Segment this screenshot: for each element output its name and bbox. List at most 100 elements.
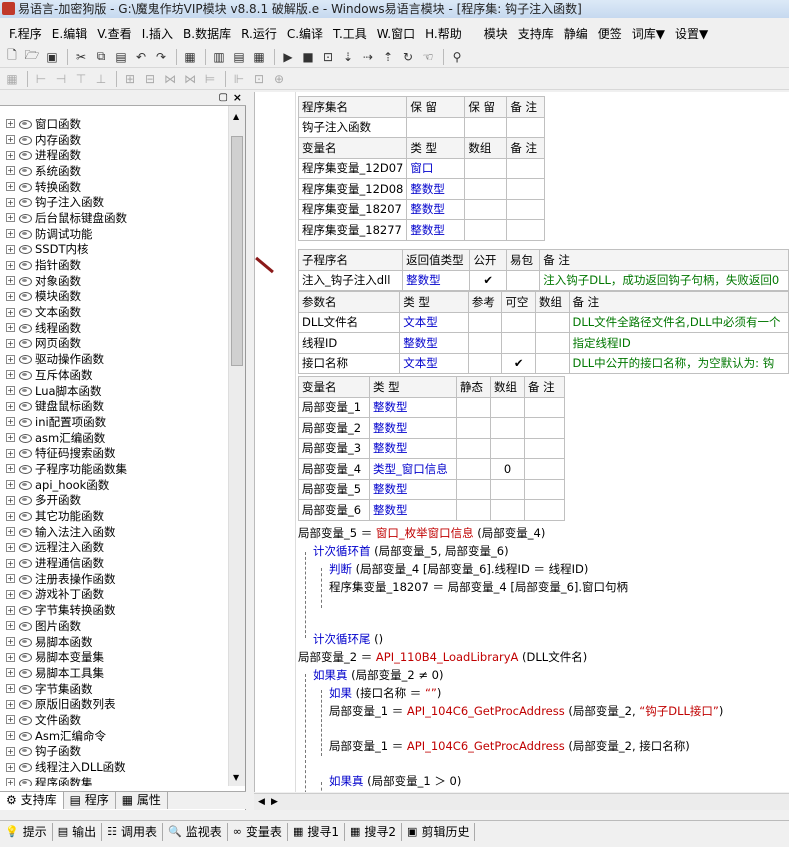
sub-name[interactable]: 注入_钩子注入dll xyxy=(297,269,404,291)
scroll-thumb[interactable] xyxy=(231,136,243,366)
expand-icon[interactable]: + xyxy=(6,229,15,239)
tree-item[interactable]: + 系统函数 xyxy=(0,163,228,179)
expand-icon[interactable]: + xyxy=(6,589,15,599)
expand-icon[interactable]: + xyxy=(6,684,15,694)
menu-support-lib[interactable]: 支持库 xyxy=(513,25,559,42)
table-row[interactable]: 局部变量_2 整数型 xyxy=(298,417,565,439)
expand-icon[interactable]: + xyxy=(6,699,15,709)
tab-search1[interactable]: ▦ 搜寻1 xyxy=(288,822,345,841)
tab-variables[interactable]: ∞ 变量表 xyxy=(228,822,288,841)
expand-icon[interactable]: + xyxy=(6,244,15,254)
expand-icon[interactable]: + xyxy=(6,291,15,301)
expand-icon[interactable]: + xyxy=(6,652,15,662)
menu-view[interactable]: V.查看 xyxy=(92,25,136,42)
expand-icon[interactable]: + xyxy=(6,668,15,678)
code-line[interactable]: 如果真 (局部变量_1 ＞ 0) xyxy=(329,773,461,789)
sub-return-type[interactable]: 整数型 xyxy=(402,269,471,291)
expand-icon[interactable]: + xyxy=(6,778,15,786)
expand-icon[interactable]: + xyxy=(6,386,15,396)
expand-icon[interactable]: + xyxy=(6,338,15,348)
copy-icon[interactable]: ⧉ xyxy=(92,48,110,66)
same-height-icon[interactable]: ⊩ xyxy=(230,70,248,88)
menu-insert[interactable]: I.插入 xyxy=(137,25,178,42)
tree-item[interactable]: + 进程函数 xyxy=(0,147,228,163)
run-icon[interactable]: ▶ xyxy=(279,48,297,66)
tree-item[interactable]: + ini配置项函数 xyxy=(0,414,228,430)
window-layout-icon[interactable]: ▥ xyxy=(210,48,228,66)
space-h-icon[interactable]: ⋈ xyxy=(161,70,179,88)
window-layout3-icon[interactable]: ▦ xyxy=(250,48,268,66)
menu-tools[interactable]: T.工具 xyxy=(328,25,372,42)
expand-icon[interactable]: + xyxy=(6,746,15,756)
tab-order-icon[interactable]: ⊕ xyxy=(270,70,288,88)
tree-item[interactable]: + 易脚本函数 xyxy=(0,634,228,650)
tab-watch[interactable]: 🔍 监视表 xyxy=(163,822,228,841)
tree-item[interactable]: + 模块函数 xyxy=(0,289,228,305)
code-line[interactable]: 局部变量_2 ＝ API_110B4_LoadLibraryA (DLL文件名) xyxy=(298,649,587,665)
paste-icon[interactable]: ▤ xyxy=(112,48,130,66)
same-width-icon[interactable]: ⊨ xyxy=(201,70,219,88)
new-file-icon[interactable]: 🗋 xyxy=(3,48,21,66)
menu-compile[interactable]: C.编译 xyxy=(282,25,328,42)
align-bottom-icon[interactable]: ⊥ xyxy=(92,70,110,88)
tab-output[interactable]: ▤ 输出 xyxy=(53,822,103,841)
tab-search2[interactable]: ▦ 搜寻2 xyxy=(345,822,403,841)
tree-item[interactable]: + 钩子函数 xyxy=(0,744,228,760)
tree-item[interactable]: + 指针函数 xyxy=(0,257,228,273)
expand-icon[interactable]: + xyxy=(6,417,15,427)
tree-item[interactable]: + Asm汇编命令 xyxy=(0,728,228,744)
tree-item[interactable]: + 输入法注入函数 xyxy=(0,524,228,540)
table-row[interactable]: 注入_钩子注入dll 整数型 ✔ 注入钩子DLL，成功返回钩子句柄，失败返回0 xyxy=(297,269,789,291)
tree-item[interactable]: + 互斥体函数 xyxy=(0,367,228,383)
code-line[interactable]: 局部变量_1 ＝ API_104C6_GetProcAddress (局部变量_… xyxy=(329,703,723,719)
expand-icon[interactable]: + xyxy=(6,166,15,176)
tab-call-table[interactable]: ☷ 调用表 xyxy=(102,822,164,841)
tab-properties[interactable]: ▦ 属性 xyxy=(116,792,168,809)
menu-program[interactable]: F.程序 xyxy=(4,25,47,42)
tab-program[interactable]: ▤ 程序 xyxy=(64,792,116,809)
tab-clip-history[interactable]: ▣ 剪辑历史 xyxy=(402,822,476,841)
expand-icon[interactable]: + xyxy=(6,307,15,317)
table-row[interactable]: 程序集变量_18207 整数型 xyxy=(297,198,546,220)
run-to-cursor-icon[interactable]: ↻ xyxy=(399,48,417,66)
find-icon[interactable]: ▦ xyxy=(181,48,199,66)
expand-icon[interactable]: + xyxy=(6,135,15,145)
tree-item[interactable]: + 窗口函数 xyxy=(0,116,228,132)
table-row[interactable]: 接口名称 文本型 ✔ DLL中公开的接口名称，为空默认为: 钩 xyxy=(297,352,789,374)
expand-icon[interactable]: + xyxy=(6,762,15,772)
table-row[interactable]: 局部变量_6 整数型 xyxy=(298,499,565,521)
tree-item[interactable]: + 防调试功能 xyxy=(0,226,228,242)
table-row[interactable]: 局部变量_4 类型_窗口信息 0 xyxy=(298,458,565,480)
code-line[interactable]: 计次循环首 (局部变量_5, 局部变量_6) xyxy=(313,543,509,559)
expand-icon[interactable]: + xyxy=(6,401,15,411)
stop-icon[interactable]: ■ xyxy=(299,48,317,66)
tree-item[interactable]: + asm汇编函数 xyxy=(0,430,228,446)
space-v-icon[interactable]: ⋈ xyxy=(181,70,199,88)
redo-icon[interactable]: ↷ xyxy=(152,48,170,66)
expand-icon[interactable]: + xyxy=(6,260,15,270)
step-out-icon[interactable]: ⇡ xyxy=(379,48,397,66)
menu-run[interactable]: R.运行 xyxy=(236,25,282,42)
scroll-left-icon[interactable]: ◀ xyxy=(258,797,265,807)
code-line[interactable]: 局部变量_5 ＝ 窗口_枚举窗口信息 (局部变量_4) xyxy=(298,525,545,541)
tree-item[interactable]: + Lua脚本函数 xyxy=(0,383,228,399)
expand-icon[interactable]: + xyxy=(6,621,15,631)
expand-icon[interactable]: + xyxy=(6,637,15,647)
close-icon[interactable]: × xyxy=(233,91,242,104)
tree-item[interactable]: + 特征码搜索函数 xyxy=(0,445,228,461)
align-left-icon[interactable]: ⊢ xyxy=(32,70,50,88)
tree-item[interactable]: + 线程函数 xyxy=(0,320,228,336)
tree-item[interactable]: + 文本函数 xyxy=(0,304,228,320)
sub-public-check[interactable]: ✔ xyxy=(469,269,507,291)
expand-icon[interactable]: + xyxy=(6,213,15,223)
expand-icon[interactable]: + xyxy=(6,715,15,725)
code-line[interactable]: 计次循环尾 () xyxy=(313,631,383,647)
expand-icon[interactable]: + xyxy=(6,542,15,552)
tree-item[interactable]: + 字节集转换函数 xyxy=(0,602,228,618)
pin-icon[interactable]: ▢ xyxy=(219,92,228,103)
table-row[interactable]: 线程ID 整数型 指定线程ID xyxy=(297,332,789,354)
menu-database[interactable]: B.数据库 xyxy=(178,25,236,42)
expand-icon[interactable]: + xyxy=(6,527,15,537)
menu-module[interactable]: 模块 xyxy=(479,25,513,42)
tree-item[interactable]: + 后台鼠标键盘函数 xyxy=(0,210,228,226)
